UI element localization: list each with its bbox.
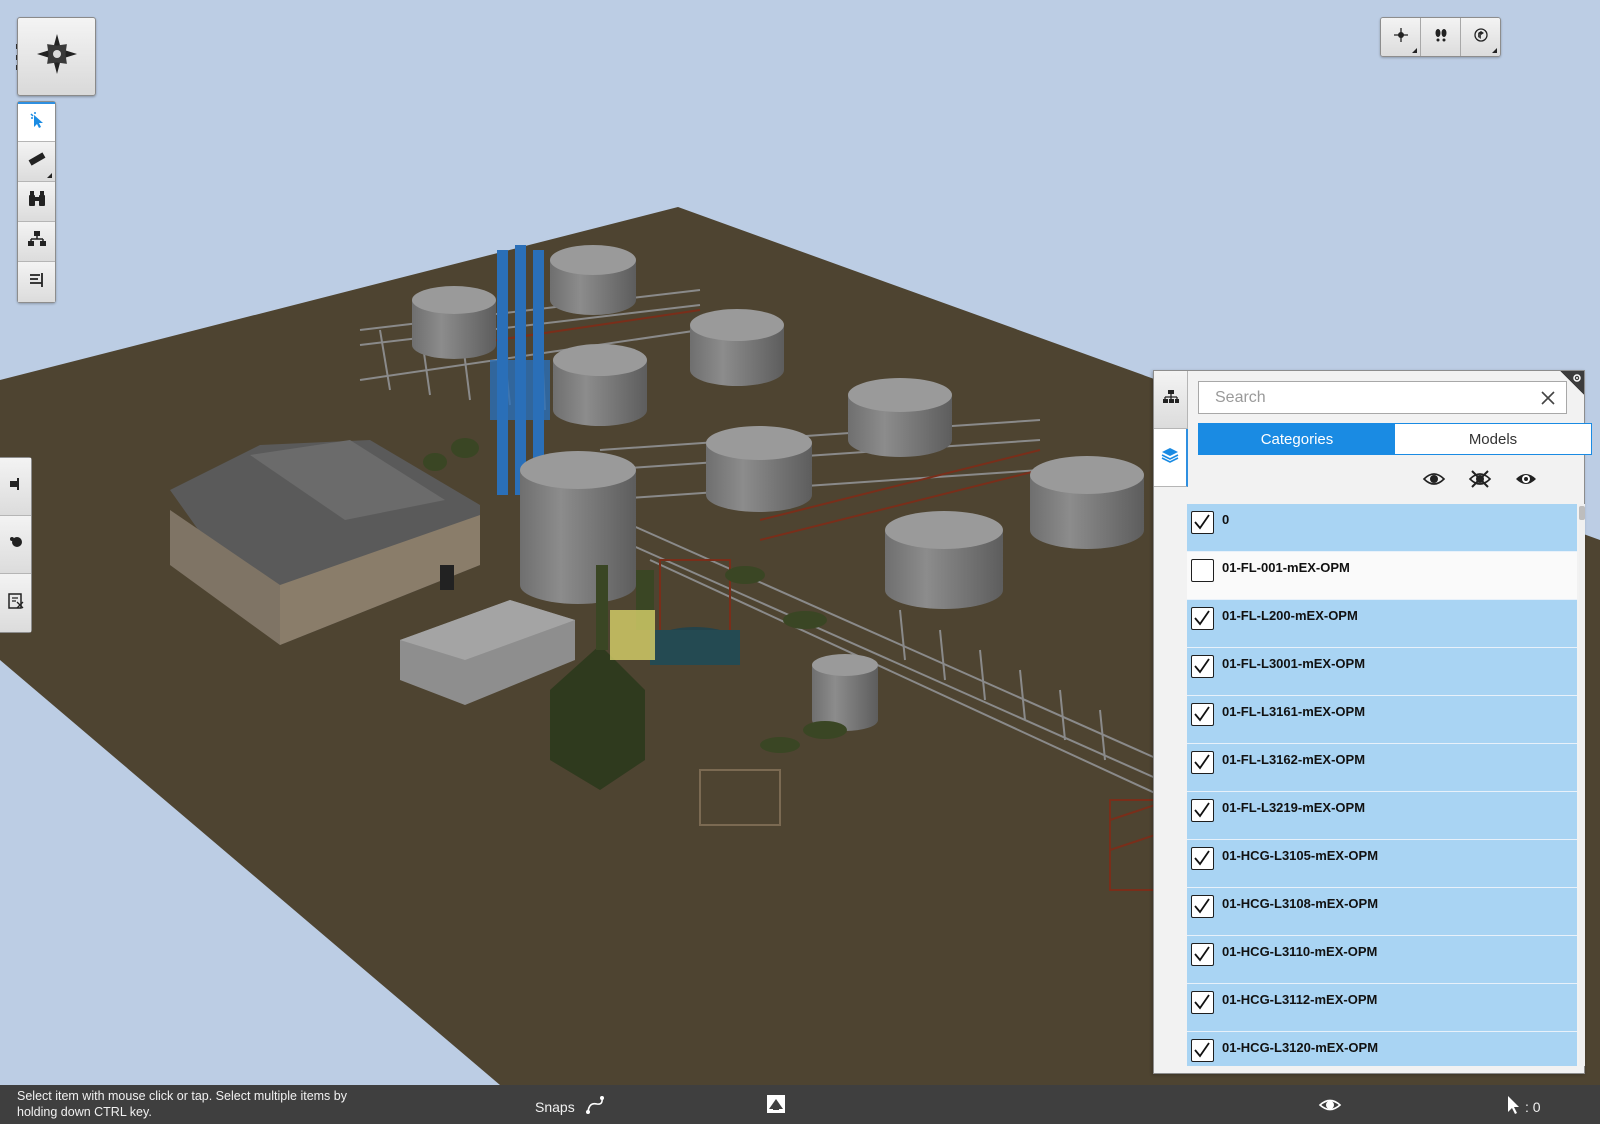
category-label: 01-FL-001-mEX-OPM — [1222, 560, 1350, 575]
category-label: 01-FL-L3162-mEX-OPM — [1222, 752, 1366, 767]
pan-button[interactable] — [1381, 18, 1421, 56]
visibility-eye-icon[interactable] — [1318, 1096, 1342, 1119]
snaps-toggle[interactable]: Snaps — [535, 1096, 605, 1117]
layers-panel: Categories Models 0 01-FL-001-mEX-OPM 01-F… — [1153, 370, 1592, 1074]
measure-icon — [27, 149, 47, 174]
category-label: 01-HCG-L3120-mEX-OPM — [1222, 1040, 1379, 1055]
select-icon — [28, 111, 46, 134]
section-tool-button[interactable] — [0, 458, 31, 516]
orbit-button[interactable] — [1461, 18, 1500, 56]
orbit-icon — [1473, 27, 1489, 48]
hide-all-eye-icon[interactable] — [1468, 469, 1492, 494]
snaps-label: Snaps — [535, 1098, 575, 1115]
category-checkbox[interactable] — [1191, 895, 1214, 918]
category-row[interactable]: 01-HCG-L3105-mEX-OPM — [1187, 840, 1577, 888]
status-bar: Select item with mouse click or tap. Sel… — [0, 1085, 1600, 1124]
category-checkbox[interactable] — [1191, 655, 1214, 678]
binoculars-icon — [27, 190, 47, 213]
category-checkbox[interactable] — [1191, 847, 1214, 870]
compass-icon — [35, 32, 79, 81]
side-toolbar — [0, 457, 32, 633]
category-row[interactable]: 01-HCG-L3120-mEX-OPM — [1187, 1032, 1577, 1066]
category-checkbox[interactable] — [1191, 799, 1214, 822]
category-model-toggle: Categories Models — [1198, 423, 1592, 455]
tree-icon — [1162, 389, 1180, 410]
list-scrollbar[interactable] — [1579, 504, 1585, 1066]
category-checkbox[interactable] — [1191, 1039, 1214, 1062]
walk-button[interactable] — [1421, 18, 1461, 56]
measure-tool-button[interactable] — [18, 142, 55, 182]
properties-tool-button[interactable] — [18, 262, 55, 302]
hierarchy-tool-button[interactable] — [18, 222, 55, 262]
category-list: 0 01-FL-001-mEX-OPM 01-FL-L200-mEX-OPM 01-F… — [1187, 504, 1577, 1066]
category-label: 01-FL-L3001-mEX-OPM — [1222, 656, 1366, 671]
category-checkbox[interactable] — [1191, 751, 1214, 774]
category-row[interactable]: 01-FL-L3001-mEX-OPM — [1187, 648, 1577, 696]
appearance-icon — [8, 534, 24, 555]
category-label: 0 — [1222, 512, 1230, 527]
category-row[interactable]: 01-HCG-L3108-mEX-OPM — [1187, 888, 1577, 936]
category-row[interactable]: 01-HCG-L3110-mEX-OPM — [1187, 936, 1577, 984]
appearance-tool-button[interactable] — [0, 516, 31, 574]
properties-icon — [28, 271, 46, 294]
category-label: 01-HCG-L3105-mEX-OPM — [1222, 848, 1379, 863]
category-row[interactable]: 01-HCG-L3112-mEX-OPM — [1187, 984, 1577, 1032]
navigation-toolbar — [1380, 17, 1501, 57]
category-row[interactable]: 01-FL-L3162-mEX-OPM — [1187, 744, 1577, 792]
selection-count-value: : 0 — [1525, 1098, 1541, 1115]
main-menu-button[interactable] — [17, 17, 96, 96]
category-checkbox[interactable] — [1191, 559, 1214, 582]
category-label: 01-HCG-L3112-mEX-OPM — [1222, 992, 1378, 1007]
selection-count: : 0 — [1505, 1095, 1541, 1118]
category-label: 01-FL-L3161-mEX-OPM — [1222, 704, 1366, 719]
show-all-eye-icon[interactable] — [1422, 469, 1446, 494]
tab-categories[interactable]: Categories — [1199, 424, 1395, 454]
search-box — [1198, 381, 1567, 414]
category-label: 01-HCG-L3108-mEX-OPM — [1222, 896, 1379, 911]
tool-toolbar — [17, 101, 56, 303]
tab-models[interactable]: Models — [1395, 424, 1591, 454]
close-icon[interactable] — [1540, 390, 1556, 406]
visibility-toolbar — [1154, 463, 1584, 497]
cursor-icon — [1505, 1095, 1521, 1118]
select-tool-button[interactable] — [18, 102, 55, 142]
category-row[interactable]: 01-FL-L3219-mEX-OPM — [1187, 792, 1577, 840]
category-row[interactable]: 01-FL-001-mEX-OPM — [1187, 552, 1577, 600]
status-message: Select item with mouse click or tap. Sel… — [17, 1089, 347, 1119]
walk-icon — [1433, 27, 1449, 48]
category-label: 01-HCG-L3110-mEX-OPM — [1222, 944, 1378, 959]
report-icon — [7, 592, 25, 615]
find-tool-button[interactable] — [18, 182, 55, 222]
snap-icon — [585, 1096, 605, 1117]
category-label: 01-FL-L3219-mEX-OPM — [1222, 800, 1366, 815]
category-row[interactable]: 01-FL-L200-mEX-OPM — [1187, 600, 1577, 648]
category-checkbox[interactable] — [1191, 991, 1214, 1014]
category-row[interactable]: 0 — [1187, 504, 1577, 552]
pan-icon — [1393, 27, 1409, 48]
category-label: 01-FL-L200-mEX-OPM — [1222, 608, 1358, 623]
tab-tree[interactable] — [1154, 371, 1188, 429]
category-checkbox[interactable] — [1191, 943, 1214, 966]
gear-icon — [1573, 374, 1581, 382]
category-checkbox[interactable] — [1191, 607, 1214, 630]
category-row[interactable]: 01-FL-L3161-mEX-OPM — [1187, 696, 1577, 744]
hierarchy-icon — [27, 230, 47, 253]
scroll-thumb[interactable] — [1579, 506, 1585, 520]
section-icon — [8, 476, 24, 497]
category-checkbox[interactable] — [1191, 703, 1214, 726]
search-input[interactable] — [1199, 382, 1519, 413]
isolate-eye-icon[interactable] — [1514, 469, 1538, 494]
category-checkbox[interactable] — [1191, 511, 1214, 534]
report-tool-button[interactable] — [0, 574, 31, 632]
home-view-icon[interactable] — [766, 1094, 786, 1119]
